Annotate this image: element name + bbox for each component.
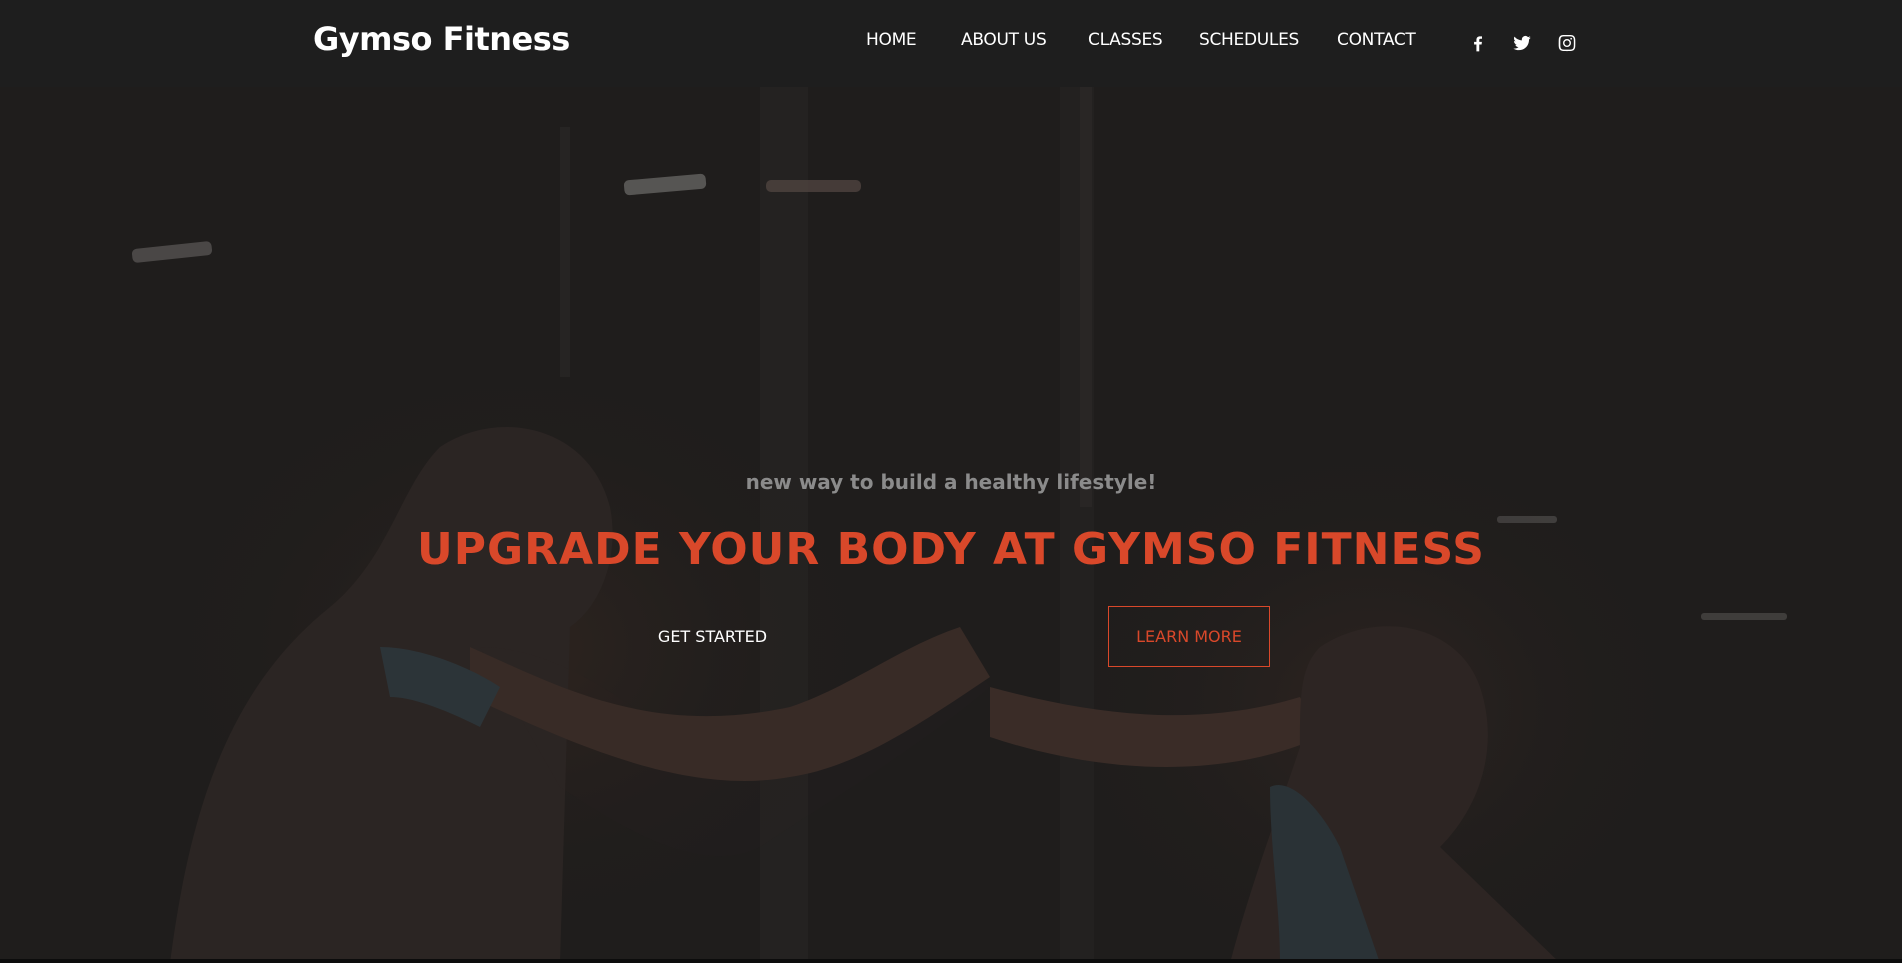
instagram-icon[interactable] <box>1555 31 1579 55</box>
page-bottom-divider <box>0 959 1902 963</box>
nav-about-us[interactable]: ABOUT US <box>961 30 1047 50</box>
get-started-button[interactable]: GET STARTED <box>640 606 785 666</box>
facebook-icon[interactable] <box>1466 31 1490 55</box>
nav-schedules[interactable]: SCHEDULES <box>1199 30 1299 50</box>
learn-more-button[interactable]: LEARN MORE <box>1108 606 1270 667</box>
hero-subtitle: new way to build a healthy lifestyle! <box>745 470 1157 494</box>
nav-home[interactable]: HOME <box>866 30 917 50</box>
brand-logo[interactable]: Gymso Fitness <box>313 20 570 58</box>
nav-classes[interactable]: CLASSES <box>1088 30 1163 50</box>
navbar: Gymso Fitness HOME ABOUT US CLASSES SCHE… <box>0 0 1902 87</box>
twitter-icon[interactable] <box>1510 31 1534 55</box>
hero-headline: UPGRADE YOUR BODY AT GYMSO FITNESS <box>417 524 1485 575</box>
nav-contact[interactable]: CONTACT <box>1337 30 1416 50</box>
hero-section: new way to build a healthy lifestyle! UP… <box>0 87 1902 963</box>
